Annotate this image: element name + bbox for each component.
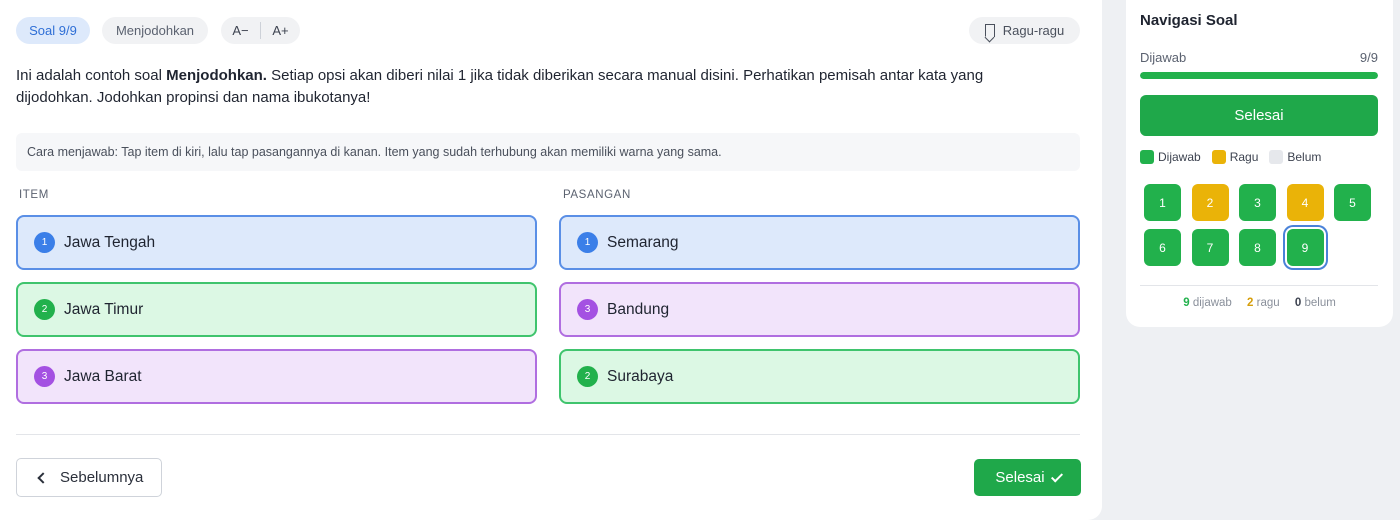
- summary-doubt-count: 2: [1247, 297, 1254, 309]
- font-increase-button[interactable]: A+: [261, 23, 300, 38]
- legend-answered-label: Dijawab: [1158, 150, 1201, 164]
- legend-doubt-label: Ragu: [1229, 150, 1259, 164]
- doubt-swatch: [1211, 150, 1226, 164]
- question-nav-button-1[interactable]: 1: [1144, 184, 1181, 221]
- match-pair-label: Bandung: [607, 300, 670, 318]
- match-item-label: Jawa Tengah: [64, 233, 156, 251]
- match-pair-1[interactable]: 1 Semarang: [559, 215, 1080, 270]
- question-toolbar: Soal 9/9 Menjodohkan A− A+ Ragu-ragu: [16, 17, 1080, 44]
- legend-empty-label: Belum: [1287, 150, 1322, 164]
- legend-answered: Dijawab: [1140, 150, 1201, 164]
- summary-answered-count: 9: [1183, 297, 1190, 309]
- question-intro: Ini adalah contoh soal: [16, 67, 167, 84]
- match-item-3[interactable]: 3 Jawa Barat: [16, 349, 537, 404]
- instruction-box: Cara menjawab: Tap item di kiri, lalu ta…: [16, 133, 1080, 171]
- footer-divider: [16, 434, 1080, 435]
- chevron-left-icon: [37, 471, 49, 484]
- match-pair-label: Semarang: [607, 233, 679, 251]
- bookmark-icon: [984, 24, 995, 37]
- question-navigation-panel: Navigasi Soal Dijawab 9/9 Selesai Dijawa…: [1126, 0, 1393, 327]
- question-nav-button-3[interactable]: 3: [1239, 184, 1276, 221]
- previous-button[interactable]: Sebelumnya: [16, 458, 162, 497]
- previous-button-label: Sebelumnya: [60, 469, 144, 486]
- progress-fill: [1140, 72, 1378, 79]
- status-legend: Dijawab Ragu Belum: [1140, 150, 1321, 164]
- match-number-badge: 3: [34, 366, 55, 387]
- finish-button-label: Selesai: [995, 469, 1045, 486]
- question-nav-button-6[interactable]: 6: [1144, 229, 1181, 266]
- legend-empty: Belum: [1269, 150, 1321, 164]
- pair-column-header: PASANGAN: [563, 189, 631, 201]
- status-summary: 9 dijawab 2 ragu 0 belum: [1126, 297, 1393, 309]
- match-pair-3[interactable]: 2 Surabaya: [559, 349, 1080, 404]
- empty-swatch: [1269, 150, 1284, 164]
- question-text: Ini adalah contoh soal Menjodohkan. Seti…: [16, 65, 1016, 109]
- ragu-ragu-label: Ragu-ragu: [1002, 23, 1065, 38]
- match-item-2[interactable]: 2 Jawa Timur: [16, 282, 537, 337]
- question-type-emphasis: Menjodohkan.: [166, 67, 267, 84]
- font-decrease-button[interactable]: A−: [221, 23, 260, 38]
- summary-empty-text: belum: [1304, 297, 1336, 309]
- question-nav-button-4[interactable]: 4: [1286, 184, 1324, 221]
- question-nav-button-2[interactable]: 2: [1191, 184, 1229, 221]
- answered-label: Dijawab: [1140, 50, 1187, 65]
- summary-divider: [1140, 285, 1378, 286]
- match-item-label: Jawa Timur: [64, 300, 144, 318]
- question-type-badge: Menjodohkan: [102, 17, 208, 44]
- match-number-badge: 1: [34, 232, 55, 253]
- question-number-badge: Soal 9/9: [16, 17, 90, 44]
- ragu-ragu-button[interactable]: Ragu-ragu: [969, 17, 1080, 44]
- question-nav-button-5[interactable]: 5: [1334, 184, 1371, 221]
- answered-swatch: [1140, 150, 1154, 164]
- font-size-control: A− A+: [221, 17, 300, 44]
- match-pair-label: Surabaya: [607, 367, 674, 385]
- match-item-label: Jawa Barat: [64, 367, 142, 385]
- question-nav-button-9[interactable]: 9: [1286, 229, 1324, 266]
- instruction-label: Cara menjawab:: [27, 145, 119, 159]
- match-pair-2[interactable]: 3 Bandung: [559, 282, 1080, 337]
- match-number-badge: 2: [34, 299, 55, 320]
- summary-answered-text: dijawab: [1192, 297, 1232, 309]
- finish-button[interactable]: Selesai: [974, 459, 1081, 496]
- sidebar-finish-button[interactable]: Selesai: [1140, 95, 1378, 136]
- match-number-badge: 1: [577, 232, 598, 253]
- match-number-badge: 3: [577, 299, 598, 320]
- legend-doubt: Ragu: [1211, 150, 1259, 164]
- check-icon: [1050, 469, 1063, 483]
- question-panel: Soal 9/9 Menjodohkan A− A+ Ragu-ragu Ini…: [0, 0, 1102, 520]
- answered-count: 9/9: [1359, 50, 1378, 65]
- match-number-badge: 2: [577, 366, 598, 387]
- summary-doubt-text: ragu: [1256, 297, 1280, 309]
- instruction-text: Tap item di kiri, lalu tap pasangannya d…: [118, 145, 722, 159]
- answered-progress-bar: [1140, 72, 1378, 79]
- summary-empty-count: 0: [1294, 297, 1302, 309]
- question-nav-button-7[interactable]: 7: [1191, 229, 1229, 266]
- match-item-1[interactable]: 1 Jawa Tengah: [16, 215, 537, 270]
- item-column-header: ITEM: [19, 189, 49, 201]
- navigation-title: Navigasi Soal: [1140, 12, 1238, 29]
- question-nav-button-8[interactable]: 8: [1239, 229, 1276, 266]
